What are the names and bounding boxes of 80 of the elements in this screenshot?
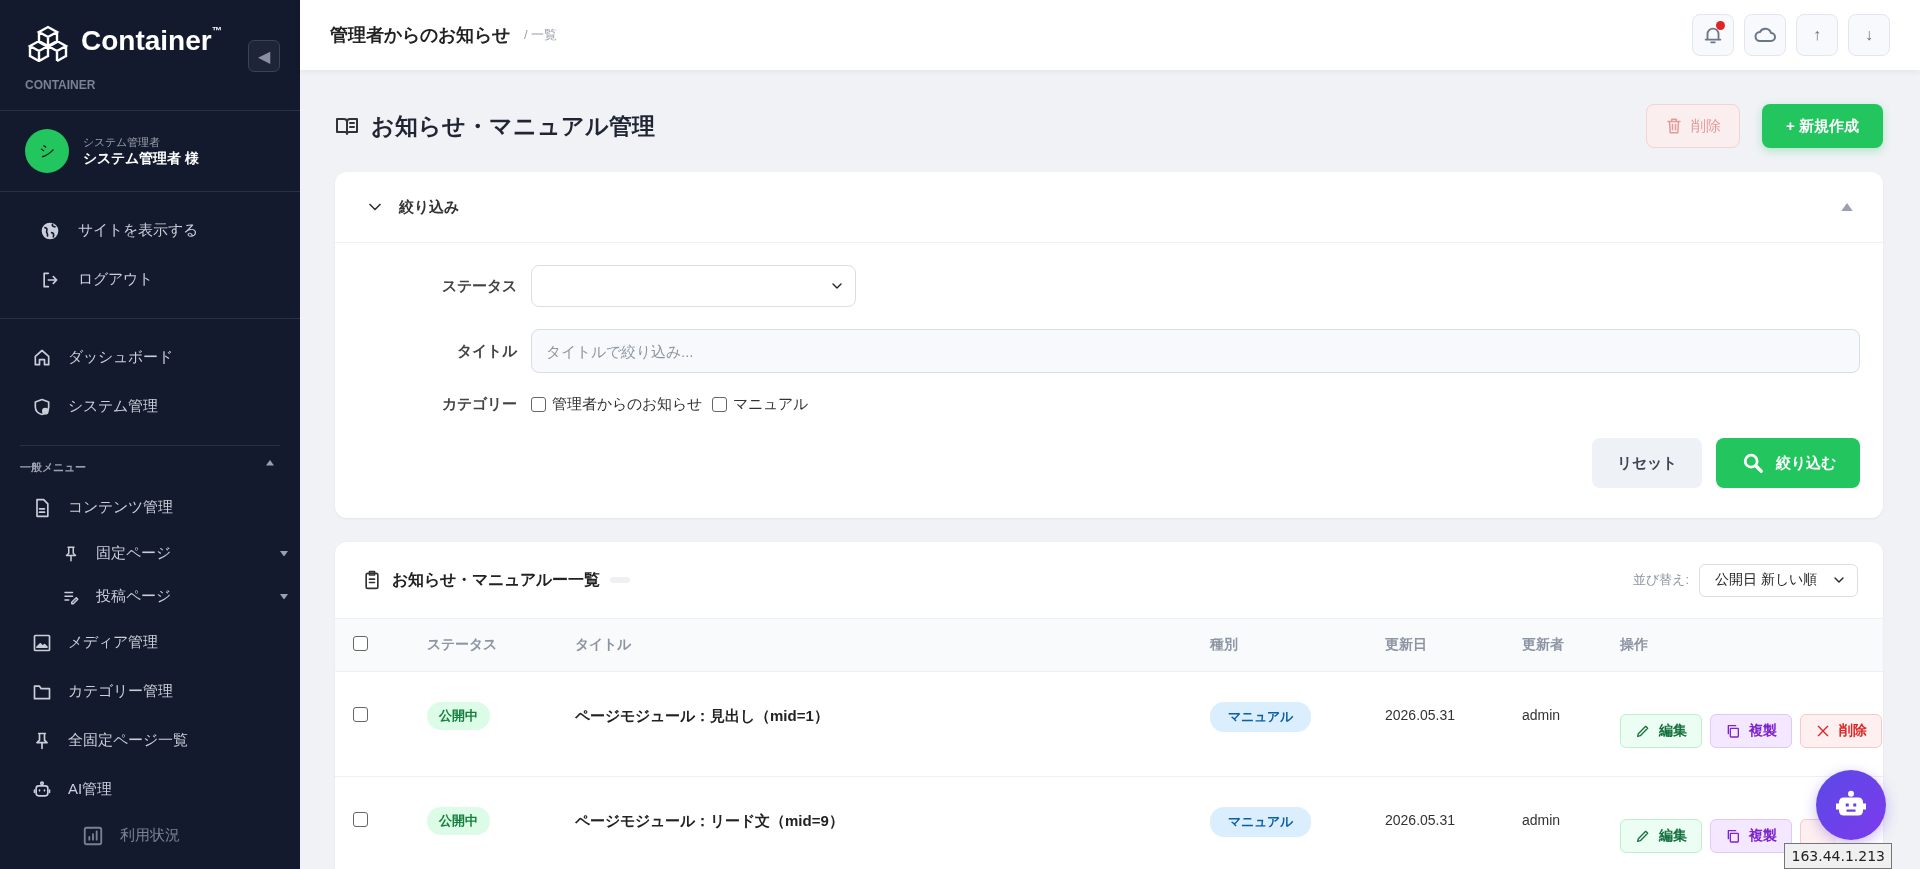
column-header: 種別 xyxy=(1210,636,1238,652)
list-title: お知らせ・マニュアルー一覧 xyxy=(392,569,600,590)
column-header: 更新者 xyxy=(1522,636,1564,652)
sidebar-item[interactable]: AI管理 xyxy=(68,780,113,799)
sidebar-item[interactable]: ダッシュボード xyxy=(68,348,173,367)
table-cell: ページモジュール：リード文（mid=9） xyxy=(575,812,844,829)
checkbox-label[interactable]: 管理者からのお知らせ xyxy=(552,395,702,414)
sort-select[interactable]: 公開日 新しい順 xyxy=(1699,563,1858,597)
triangle-down-icon[interactable] xyxy=(280,550,288,557)
copy-button[interactable]: 複製 xyxy=(1710,819,1792,853)
chart-icon xyxy=(82,824,104,847)
page-title: お知らせ・マニュアル管理 xyxy=(371,111,656,141)
sidebar-subitem[interactable]: 投稿ページ xyxy=(96,587,264,606)
up-button[interactable]: ↑ xyxy=(1796,14,1838,56)
pencil-icon xyxy=(1635,828,1651,844)
sidebar-item[interactable]: システム管理 xyxy=(68,397,158,416)
cloud-button[interactable] xyxy=(1744,14,1786,56)
title-input[interactable]: タイトルで絞り込み... xyxy=(531,329,1860,373)
status-badge: 公開中 xyxy=(427,702,490,730)
ip-tooltip: 163.44.1.213 xyxy=(1784,843,1892,869)
table-cell: ページモジュール：見出し（mid=1） xyxy=(575,707,829,724)
table-cell: admin xyxy=(1522,812,1561,828)
table-cell: admin xyxy=(1522,707,1561,723)
checkbox[interactable] xyxy=(353,707,368,722)
home-icon xyxy=(32,347,52,368)
type-badge: マニュアル xyxy=(1210,702,1311,732)
filter-title[interactable]: 絞り込み xyxy=(399,197,1827,217)
sidebar-subitem[interactable]: 利用状況 xyxy=(120,826,288,845)
notification-button[interactable] xyxy=(1692,14,1734,56)
edit-button[interactable]: 編集 xyxy=(1620,819,1702,853)
status-badge: 公開中 xyxy=(427,807,490,835)
reset-button[interactable]: リセット xyxy=(1592,438,1702,488)
clipboard-icon xyxy=(362,570,382,590)
sidebar-item[interactable]: カテゴリー管理 xyxy=(68,682,173,701)
column-header: 更新日 xyxy=(1385,636,1427,652)
pencil-icon xyxy=(1635,723,1651,739)
copy-icon xyxy=(1725,723,1741,739)
section-label: 一般メニュー xyxy=(20,460,86,475)
search-icon xyxy=(1742,452,1764,474)
user-name: システム管理者 様 xyxy=(83,149,199,168)
edit-button[interactable]: 編集 xyxy=(1620,714,1702,748)
column-header: ステータス xyxy=(427,636,497,652)
user-avatar: シ xyxy=(25,129,69,173)
checkbox-label[interactable]: マニュアル xyxy=(733,395,808,414)
table-cell: 2026.05.31 xyxy=(1385,707,1456,723)
type-badge: マニュアル xyxy=(1210,807,1311,837)
column-header: タイトル xyxy=(575,636,631,652)
header-title: 管理者からのお知らせ xyxy=(330,24,510,47)
collapse-button[interactable]: ◀ xyxy=(248,40,280,72)
globe-icon xyxy=(40,220,60,241)
table-cell: 2026.05.31 xyxy=(1385,812,1456,828)
checkbox[interactable] xyxy=(531,397,546,412)
copy-button[interactable]: 複製 xyxy=(1710,714,1792,748)
checkbox[interactable] xyxy=(353,636,368,651)
delete-row-button[interactable]: 削除 xyxy=(1800,714,1882,748)
copy-icon xyxy=(1725,828,1741,844)
shield-icon xyxy=(32,396,52,417)
sidebar-item[interactable]: メディア管理 xyxy=(68,633,158,652)
triangle-down-icon[interactable] xyxy=(280,593,288,600)
sidebar-item[interactable]: コンテンツ管理 xyxy=(68,498,173,517)
field-label: タイトル xyxy=(456,341,517,361)
checkbox[interactable] xyxy=(712,397,727,412)
sidebar-item[interactable]: 全固定ページ一覧 xyxy=(68,731,188,750)
user-role: システム管理者 xyxy=(83,134,161,150)
column-header: 操作 xyxy=(1620,636,1648,652)
close-icon xyxy=(1815,723,1831,739)
field-label: カテゴリー xyxy=(441,395,517,414)
field-label: ステータス xyxy=(441,276,517,296)
image-icon xyxy=(32,632,52,653)
down-button[interactable]: ↓ xyxy=(1848,14,1890,56)
trash-icon xyxy=(1665,117,1684,135)
sidebar-link[interactable]: ログアウト xyxy=(78,270,153,289)
robot-icon xyxy=(32,779,52,800)
brand-logo: Container™ xyxy=(81,25,222,57)
sort-label: 並び替え: xyxy=(1633,571,1690,589)
triangle-up-icon[interactable] xyxy=(266,460,274,466)
sidebar-subitem[interactable]: 固定ページ xyxy=(96,544,264,563)
sidebar-link[interactable]: サイトを表示する xyxy=(78,221,198,240)
brand-subtitle: CONTAINER xyxy=(24,77,97,94)
checkbox[interactable] xyxy=(353,812,368,827)
